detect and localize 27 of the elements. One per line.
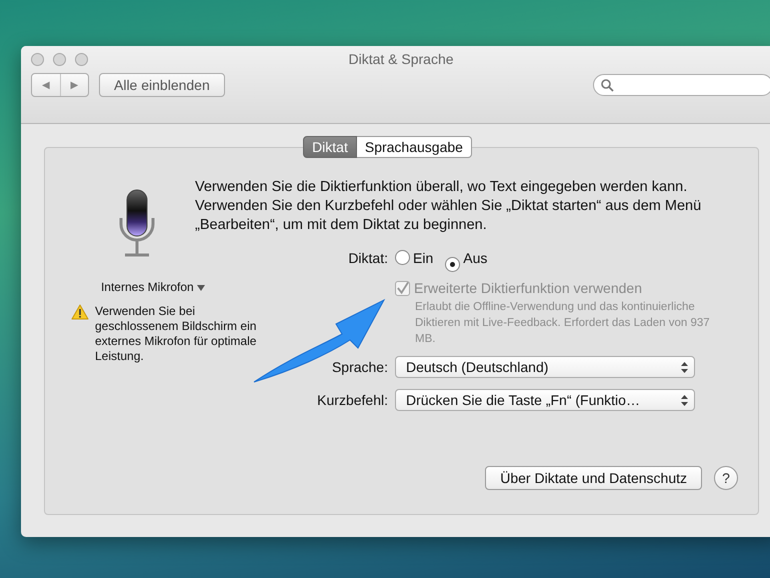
warning-icon: [71, 304, 89, 320]
help-button[interactable]: ?: [714, 466, 738, 490]
up-down-arrows-icon: [681, 394, 688, 406]
checkmark-icon: [396, 281, 409, 295]
popup-menu[interactable]: Drücken Sie die Taste „Fn“ (Funktio…: [395, 389, 695, 411]
radio-option[interactable]: Ein: [395, 243, 434, 272]
show-all-button[interactable]: Alle einblenden: [99, 73, 225, 97]
zoom-button[interactable]: [75, 52, 88, 66]
dictation-label: Diktat:: [347, 250, 388, 266]
popup-menu[interactable]: Deutsch (Deutschland): [395, 356, 695, 378]
up-down-arrows-icon: [681, 362, 688, 372]
window-title: Diktat & Sprache: [348, 51, 454, 67]
description-text: Verwenden Sie die Diktierfunktion überall, wo Text eingegeben werden kann. Verwenden Sie den Kurzbefehl oder wählen Sie „Diktat starten“ aus dem Menü „Bearbeiten“, um mit dem Diktat zu beginnen.: [195, 178, 702, 235]
close-button[interactable]: [31, 52, 44, 66]
radio-option[interactable]: Aus: [445, 243, 488, 272]
tab[interactable]: Diktat: [303, 136, 357, 158]
minimize-button[interactable]: [53, 52, 66, 66]
search-icon: [601, 78, 614, 92]
search-field[interactable]: [593, 74, 770, 96]
select-label: Kurzbefehl:: [316, 392, 388, 408]
warning-text: Verwenden Sie bei geschlossenem Bildschirm ein externes Mikrofon für optimale Leistung.: [95, 304, 258, 364]
tab[interactable]: Sprachausgabe: [356, 136, 472, 158]
dropdown-triangle-icon: [197, 284, 206, 291]
microphone-source-menu[interactable]: Internes Mikrofon: [63, 280, 243, 294]
select-label: Sprache:: [330, 359, 388, 375]
privacy-button[interactable]: Über Diktate und Datenschutz: [485, 466, 702, 490]
enhanced-description: Erlaubt die Offline-Verwendung und das kontinuierliche Diktieren mit Live-Feedback. Erfordert das Laden von 937 MB.: [415, 300, 711, 347]
